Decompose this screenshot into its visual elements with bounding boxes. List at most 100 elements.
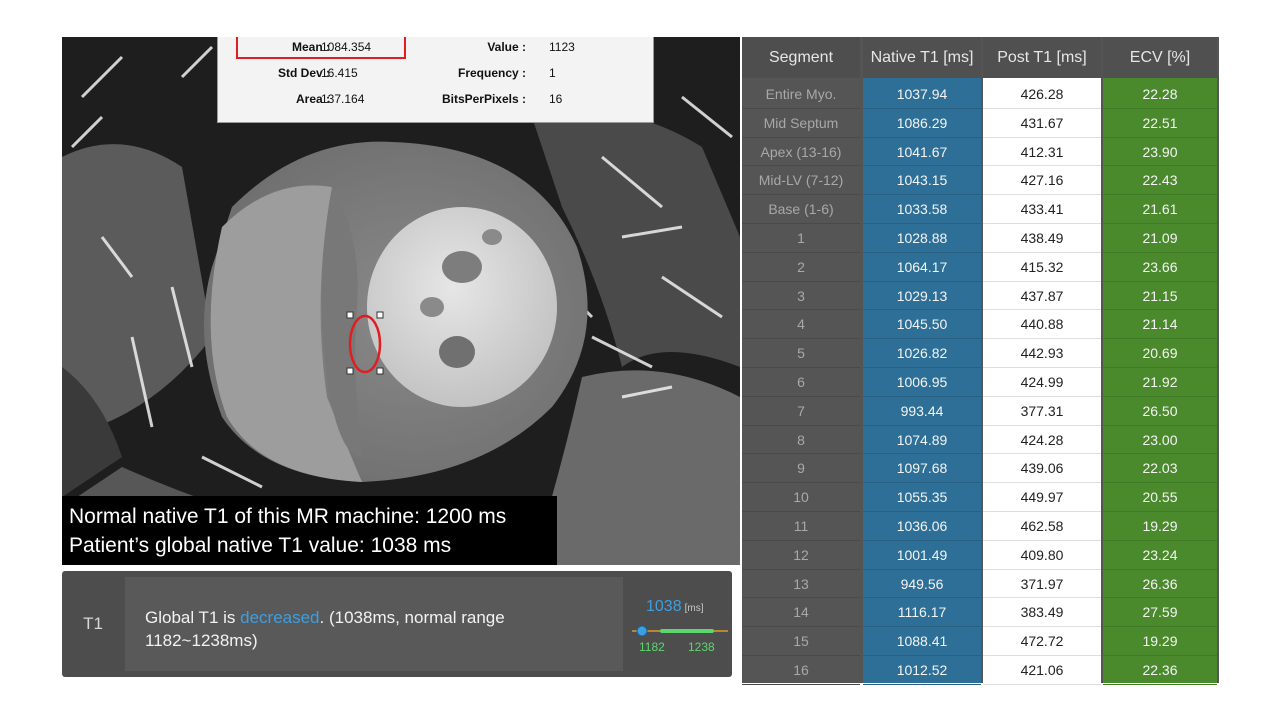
table-cell-segment: 4	[742, 310, 860, 340]
table-cell-native: 993.44	[863, 397, 981, 426]
table-cell-ecv: 20.55	[1103, 483, 1217, 512]
bits-per-pixels-value: 16	[549, 92, 563, 106]
frequency-label: Frequency :	[457, 66, 526, 80]
table-cell-post: 437.87	[983, 282, 1101, 311]
t1-text-prefix: Global T1 is	[145, 608, 241, 627]
image-caption: Normal native T1 of this MR machine: 120…	[62, 496, 557, 565]
table-cell-ecv: 22.43	[1103, 166, 1217, 196]
roi-handle-bottom-right[interactable]	[376, 367, 384, 375]
t1-global-value: 1038 [ms]	[646, 598, 703, 616]
table-cell-post: 377.31	[983, 397, 1101, 426]
post-t1-cells: 426.28 431.67 412.31 427.16 433.41 438.49 415.…	[983, 80, 1101, 685]
table-cell-segment: 7	[742, 397, 860, 426]
table-cell-segment: 9	[742, 454, 860, 484]
table-cell-native: 1036.06	[863, 512, 981, 541]
table-cell-segment: 10	[742, 483, 860, 512]
ecv-cells: 22.28 22.51 23.90 22.43 21.61 21.09 23.66 21.15…	[1103, 80, 1217, 685]
table-cell-ecv: 21.09	[1103, 224, 1217, 253]
table-cell-segment: 8	[742, 426, 860, 455]
table-cell-post: 449.97	[983, 483, 1101, 512]
table-cell-native: 1086.29	[863, 109, 981, 138]
table-cell-ecv: 27.59	[1103, 598, 1217, 628]
table-cell-native: 1012.52	[863, 656, 981, 685]
table-cell-ecv: 23.24	[1103, 541, 1217, 570]
roi-handle-top-right[interactable]	[376, 311, 384, 319]
table-cell-segment: 2	[742, 253, 860, 282]
table-cell-native: 1028.88	[863, 224, 981, 253]
table-cell-segment: 12	[742, 541, 860, 570]
t1-label: T1	[83, 614, 103, 633]
range-low-label: 1182	[639, 640, 665, 654]
table-cell-ecv: 22.28	[1103, 80, 1217, 109]
table-cell-segment: 15	[742, 627, 860, 656]
table-cell-ecv: 23.66	[1103, 253, 1217, 282]
table-cell-native: 1026.82	[863, 339, 981, 368]
table-cell-post: 412.31	[983, 138, 1101, 167]
table-cell-ecv: 22.03	[1103, 454, 1217, 484]
table-cell-post: 383.49	[983, 598, 1101, 628]
table-cell-segment: 1	[742, 224, 860, 253]
table-cell-post: 472.72	[983, 627, 1101, 656]
table-cell-segment: 14	[742, 598, 860, 628]
table-cell-post: 440.88	[983, 310, 1101, 340]
segment-header[interactable]: Segment	[742, 37, 860, 78]
table-cell-native: 1055.35	[863, 483, 981, 512]
table-cell-post: 431.67	[983, 109, 1101, 138]
table-cell-native: 1033.58	[863, 195, 981, 224]
table-cell-ecv: 22.36	[1103, 656, 1217, 685]
range-high-label: 1238	[688, 640, 715, 654]
table-cell-ecv: 21.61	[1103, 195, 1217, 224]
table-cell-post: 427.16	[983, 166, 1101, 196]
native-t1-column: Native T1 [ms] 1037.94 1086.29 1041.67 1043…	[863, 37, 981, 685]
table-cell-segment: Entire Myo.	[742, 80, 860, 109]
table-cell-ecv: 23.90	[1103, 138, 1217, 167]
table-cell-post: 409.80	[983, 541, 1101, 570]
segment-cells: Entire Myo. Mid Septum Apex (13-16) Mid-LV …	[742, 80, 860, 685]
table-cell-native: 1074.89	[863, 426, 981, 455]
table-cell-post: 371.97	[983, 570, 1101, 599]
table-cell-post: 424.28	[983, 426, 1101, 455]
table-cell-post: 438.49	[983, 224, 1101, 253]
table-cell-native: 1043.15	[863, 166, 981, 196]
table-cell-ecv: 19.29	[1103, 512, 1217, 541]
roi-handle-top-left[interactable]	[346, 311, 354, 319]
table-cell-native: 1064.17	[863, 253, 981, 282]
table-cell-ecv: 20.69	[1103, 339, 1217, 368]
t1-value-unit: [ms]	[684, 603, 704, 614]
native-t1-header[interactable]: Native T1 [ms]	[863, 37, 981, 78]
table-cell-segment: Mid-LV (7-12)	[742, 166, 860, 196]
table-cell-native: 1041.67	[863, 138, 981, 167]
caption-line-1: Normal native T1 of this MR machine: 120…	[69, 505, 507, 528]
std-dev-value: 16.415	[321, 66, 358, 80]
table-cell-post: 433.41	[983, 195, 1101, 224]
table-cell-segment: 16	[742, 656, 860, 685]
t1-interpretation-text: Global T1 is decreased. (1038ms, normal …	[145, 606, 615, 652]
table-cell-post: 421.06	[983, 656, 1101, 685]
roi-statistics-box: Mean : 1084.354 Value : 1123 Std Dev : 1…	[217, 37, 654, 123]
table-cell-native: 1097.68	[863, 454, 981, 484]
roi-handle-bottom-left[interactable]	[346, 367, 354, 375]
stats-row-1: Mean : 1084.354 Value : 1123	[218, 37, 653, 57]
table-cell-native: 1088.41	[863, 627, 981, 656]
t1-summary-panel: T1 Global T1 is decreased. (1038ms, norm…	[62, 571, 732, 677]
mr-image-viewport[interactable]: Mean : 1084.354 Value : 1123 Std Dev : 1…	[62, 37, 740, 565]
table-cell-segment: 5	[742, 339, 860, 368]
post-t1-header[interactable]: Post T1 [ms]	[983, 37, 1101, 78]
caption-line-2: Patient’s global native T1 value: 1038 m…	[69, 534, 452, 557]
segment-results-table: Segment Entire Myo. Mid Septum Apex (13-16…	[742, 37, 1219, 685]
table-cell-ecv: 22.51	[1103, 109, 1217, 138]
table-cell-native: 1029.13	[863, 282, 981, 311]
bits-per-pixels-label: BitsPerPixels :	[441, 92, 526, 106]
native-t1-cells: 1037.94 1086.29 1041.67 1043.15 1033.58 1028.…	[863, 80, 981, 685]
t1-status-highlight: decreased	[240, 608, 320, 627]
value-value: 1123	[549, 40, 575, 54]
ecv-header[interactable]: ECV [%]	[1103, 37, 1217, 78]
table-cell-post: 442.93	[983, 339, 1101, 368]
table-cell-segment: 11	[742, 512, 860, 541]
table-cell-post: 424.99	[983, 368, 1101, 397]
table-cell-native: 1037.94	[863, 80, 981, 109]
t1-interpretation-box: Global T1 is decreased. (1038ms, normal …	[125, 577, 623, 671]
post-t1-column: Post T1 [ms] 426.28 431.67 412.31 427.16 433…	[983, 37, 1101, 685]
table-cell-ecv: 26.36	[1103, 570, 1217, 599]
table-cell-segment: 6	[742, 368, 860, 397]
